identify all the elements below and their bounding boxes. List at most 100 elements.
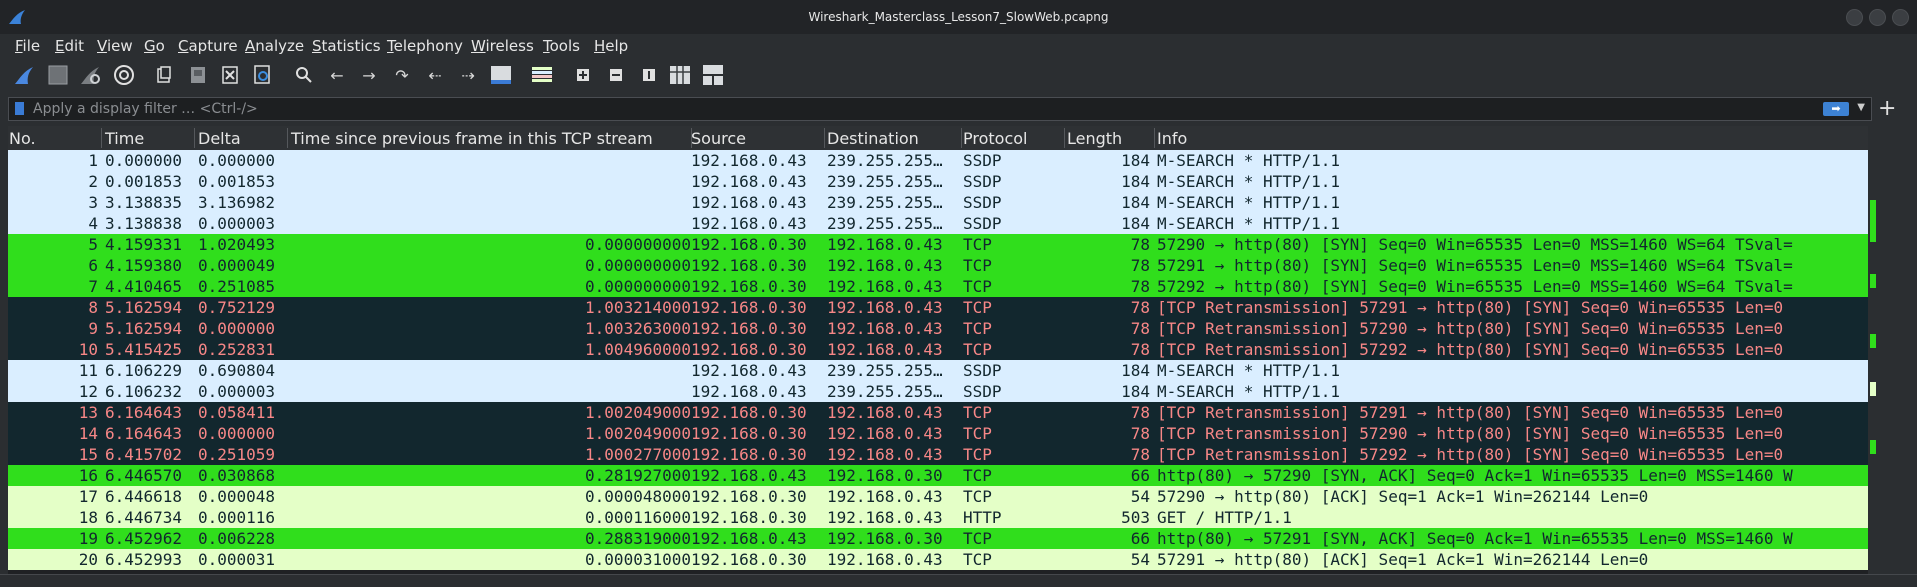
- packet-list[interactable]: No. Time Delta Time since previous frame…: [8, 126, 1868, 574]
- cell-tcp-delta: 0.000048000: [585, 487, 691, 506]
- packet-row[interactable]: 13 6.164643 0.058411 1.002049000 192.168.0.3…: [8, 402, 1868, 423]
- maximize-button[interactable]: [1869, 9, 1886, 26]
- packet-row[interactable]: 5 4.159331 1.020493 0.000000000 192.168.0.30…: [8, 234, 1868, 255]
- cell-no: 15: [78, 445, 98, 464]
- find-packet-icon[interactable]: [292, 64, 316, 86]
- reload-file-icon[interactable]: [251, 64, 275, 86]
- packet-row[interactable]: 8 5.162594 0.752129 1.003214000 192.168.0.30…: [8, 297, 1868, 318]
- menu-help[interactable]: Help: [594, 37, 628, 55]
- column-header-source[interactable]: Source: [691, 129, 746, 148]
- column-header-time[interactable]: Time: [105, 129, 144, 148]
- go-back-icon[interactable]: ←: [325, 64, 349, 86]
- packet-row[interactable]: 6 4.159380 0.000049 0.000000000 192.168.0.30…: [8, 255, 1868, 276]
- cell-info: M-SEARCH * HTTP/1.1: [1157, 151, 1341, 170]
- menu-capture[interactable]: Capture: [178, 37, 238, 55]
- cell-no: 4: [88, 214, 98, 233]
- packet-row[interactable]: 4 3.138838 0.000003 192.168.0.43 239.255.255…: [8, 213, 1868, 234]
- packet-row[interactable]: 18 6.446734 0.000116 0.000116000 192.168.0.3…: [8, 507, 1868, 528]
- packet-row[interactable]: 10 5.415425 0.252831 1.004960000 192.168.0.3…: [8, 339, 1868, 360]
- cell-time: 6.164643: [105, 403, 183, 422]
- cell-time: 4.159331: [105, 235, 183, 254]
- menu-edit[interactable]: Edit: [55, 37, 84, 55]
- packet-row[interactable]: 17 6.446618 0.000048 0.000048000 192.168.0.3…: [8, 486, 1868, 507]
- cell-tcp-delta: 0.288319000: [585, 529, 691, 548]
- cell-length: 78: [1130, 235, 1150, 254]
- cell-destination: 192.168.0.43: [827, 403, 943, 422]
- column-header-no[interactable]: No.: [9, 129, 36, 148]
- packet-row[interactable]: 12 6.106232 0.000003 192.168.0.43 239.255.25…: [8, 381, 1868, 402]
- cell-time: 6.106232: [105, 382, 183, 401]
- menu-file[interactable]: File: [15, 37, 40, 55]
- column-header-destination[interactable]: Destination: [827, 129, 919, 148]
- cell-protocol: TCP: [963, 403, 992, 422]
- packet-row[interactable]: 9 5.162594 0.000000 1.003263000 192.168.0.30…: [8, 318, 1868, 339]
- restart-capture-icon[interactable]: [78, 64, 102, 86]
- column-header-info[interactable]: Info: [1157, 129, 1187, 148]
- packet-row[interactable]: 7 4.410465 0.251085 0.000000000 192.168.0.30…: [8, 276, 1868, 297]
- menu-statistics[interactable]: Statistics: [312, 37, 381, 55]
- packet-row[interactable]: 14 6.164643 0.000000 1.002049000 192.168.0.3…: [8, 423, 1868, 444]
- go-to-packet-icon[interactable]: ↷: [390, 64, 414, 86]
- packet-row[interactable]: 2 0.001853 0.001853 192.168.0.43 239.255.255…: [8, 171, 1868, 192]
- capture-options-icon[interactable]: [112, 64, 136, 86]
- colorize-icon[interactable]: [530, 64, 554, 86]
- minimize-button[interactable]: [1846, 9, 1863, 26]
- menu-wireless[interactable]: Wireless: [471, 37, 534, 55]
- go-forward-icon[interactable]: →: [357, 64, 381, 86]
- zoom-out-icon[interactable]: [604, 64, 628, 86]
- cell-destination: 192.168.0.43: [827, 256, 943, 275]
- packet-list-scrollbar[interactable]: [1868, 150, 1876, 574]
- cell-delta: 0.058411: [198, 403, 276, 422]
- cell-no: 16: [78, 466, 98, 485]
- cell-time: 3.138838: [105, 214, 183, 233]
- menu-analyze[interactable]: Analyze: [245, 37, 304, 55]
- cell-length: 184: [1121, 361, 1150, 380]
- bookmark-icon[interactable]: [15, 102, 24, 115]
- cell-tcp-delta: 0.000116000: [585, 508, 691, 527]
- column-header-protocol[interactable]: Protocol: [963, 129, 1027, 148]
- cell-no: 19: [78, 529, 98, 548]
- zoom-in-icon[interactable]: [571, 64, 595, 86]
- menu-telephony[interactable]: Telephony: [387, 37, 463, 55]
- cell-delta: 0.252831: [198, 340, 276, 359]
- packet-row[interactable]: 1 0.000000 0.000000 192.168.0.43 239.255.255…: [8, 150, 1868, 171]
- main-toolbar: ← → ↷ ⇠ ⇢: [0, 60, 1917, 90]
- menu-tools[interactable]: Tools: [543, 37, 580, 55]
- add-filter-button[interactable]: +: [1878, 96, 1896, 121]
- packet-row[interactable]: 19 6.452962 0.006228 0.288319000 192.168.0.4…: [8, 528, 1868, 549]
- cell-destination: 239.255.255…: [827, 214, 943, 233]
- autoscroll-icon[interactable]: [489, 64, 513, 86]
- go-first-icon[interactable]: ⇠: [423, 64, 447, 86]
- column-header-length[interactable]: Length: [1067, 129, 1122, 148]
- column-header-tcp-delta[interactable]: Time since previous frame in this TCP st…: [291, 129, 653, 148]
- cell-info: http(80) → 57291 [SYN, ACK] Seq=0 Ack=1 …: [1157, 529, 1793, 548]
- display-filter-input[interactable]: Apply a display filter … <Ctrl-/> ➡ ▼: [8, 97, 1872, 121]
- cell-protocol: HTTP: [963, 508, 1002, 527]
- normal-size-icon[interactable]: [637, 64, 661, 86]
- packet-row[interactable]: 15 6.415702 0.251059 1.000277000 192.168.0.3…: [8, 444, 1868, 465]
- apply-filter-arrow-icon[interactable]: ➡: [1823, 102, 1849, 116]
- close-file-icon[interactable]: [218, 64, 242, 86]
- packet-row[interactable]: 16 6.446570 0.030868 0.281927000 192.168.0.4…: [8, 465, 1868, 486]
- menu-view[interactable]: View: [97, 37, 133, 55]
- cell-source: 192.168.0.30: [691, 319, 807, 338]
- cell-delta: 0.000003: [198, 214, 276, 233]
- layout-icon[interactable]: [701, 64, 725, 86]
- resize-columns-icon[interactable]: [668, 64, 692, 86]
- column-header-delta[interactable]: Delta: [198, 129, 241, 148]
- stop-capture-icon[interactable]: [46, 64, 70, 86]
- save-file-icon[interactable]: [186, 64, 210, 86]
- chevron-down-icon[interactable]: ▼: [1857, 102, 1865, 113]
- go-last-icon[interactable]: ⇢: [456, 64, 480, 86]
- menu-go[interactable]: Go: [144, 37, 165, 55]
- open-file-icon[interactable]: [152, 64, 176, 86]
- packet-row[interactable]: 20 6.452993 0.000031 0.000031000 192.168.0.3…: [8, 549, 1868, 570]
- cell-delta: 0.000049: [198, 256, 276, 275]
- window-title: Wireshark_Masterclass_Lesson7_SlowWeb.pc…: [808, 10, 1109, 24]
- close-window-button[interactable]: [1892, 9, 1909, 26]
- packet-row[interactable]: 3 3.138835 3.136982 192.168.0.43 239.255.255…: [8, 192, 1868, 213]
- packet-row[interactable]: 11 6.106229 0.690804 192.168.0.43 239.255.25…: [8, 360, 1868, 381]
- cell-delta: 0.000000: [198, 151, 276, 170]
- shark-fin-start-icon[interactable]: [12, 64, 36, 86]
- cell-destination: 239.255.255…: [827, 151, 943, 170]
